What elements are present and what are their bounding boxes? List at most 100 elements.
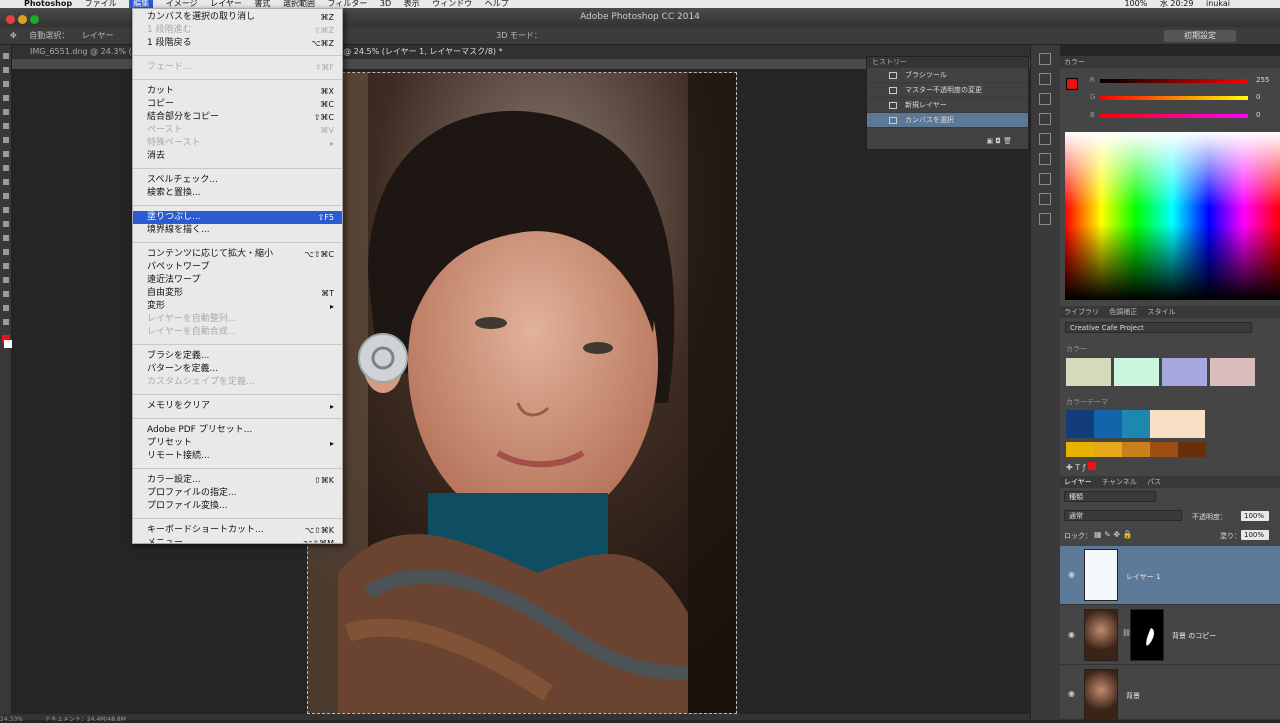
actions-panel-icon[interactable] [1039, 73, 1051, 85]
channel-r-value[interactable]: 255 [1256, 76, 1269, 84]
menu-type[interactable]: 書式 [254, 0, 270, 8]
edit-menu-item[interactable]: 遠近法ワープ [133, 274, 342, 287]
quick-select-tool-icon[interactable] [3, 95, 9, 101]
edit-menu-item[interactable]: 自由変形 ⌘T [133, 287, 342, 300]
edit-menu-item[interactable]: カスタムシェイプを定義... [133, 376, 342, 389]
edit-menu-item[interactable]: リモート接続... [133, 450, 342, 463]
hand-tool-icon[interactable] [3, 305, 9, 311]
healing-tool-icon[interactable] [3, 137, 9, 143]
edit-menu-item[interactable]: 変形 ▸ [133, 300, 342, 313]
info-panel-icon[interactable] [1039, 193, 1051, 205]
add-foreground-color-icon[interactable] [1088, 462, 1097, 470]
layer-row-background-copy[interactable]: ◉ ⛓ 背景 のコピー [1060, 605, 1280, 665]
menu-view[interactable]: 表示 [404, 0, 420, 8]
edit-menu-item[interactable]: 特殊ペースト ▸ [133, 137, 342, 150]
tab-adjustments[interactable]: 色調補正 [1109, 308, 1137, 316]
edit-menu-item[interactable]: ブラシを定義... [133, 350, 342, 363]
lasso-tool-icon[interactable] [3, 81, 9, 87]
edit-menu-item[interactable]: カラー設定... ⇧⌘K [133, 474, 342, 487]
brush-panel-icon[interactable] [1039, 93, 1051, 105]
edit-menu-item[interactable]: レイヤーを自動整列... [133, 313, 342, 326]
history-item[interactable]: マスター不透明度の変更 [867, 83, 1028, 98]
menu-layer[interactable]: レイヤー [210, 0, 242, 8]
trash-icon[interactable]: 🗑 [1003, 137, 1012, 145]
edit-menu-item[interactable]: メモリをクリア ▸ [133, 400, 342, 413]
theme-color-swatch[interactable] [1094, 410, 1122, 438]
snapshot-icon[interactable]: ◘ [995, 137, 1001, 145]
library-color-swatch[interactable] [1210, 358, 1255, 386]
menu-edit[interactable]: 編集 [129, 0, 154, 8]
pen-tool-icon[interactable] [3, 249, 9, 255]
type-tool-icon[interactable] [3, 263, 9, 269]
library-color-swatch[interactable] [1066, 358, 1111, 386]
blue-slider[interactable] [1100, 114, 1248, 118]
layer-filter-dropdown[interactable]: 種類 [1064, 491, 1156, 502]
theme-color-swatch[interactable] [1066, 410, 1094, 438]
theme-color-swatch[interactable] [1150, 410, 1205, 438]
clone-source-icon[interactable] [1039, 113, 1051, 125]
tab-libraries[interactable]: ライブラリ [1064, 308, 1099, 316]
path-select-tool-icon[interactable] [3, 277, 9, 283]
foreground-color-chip[interactable] [1066, 78, 1078, 90]
crop-tool-icon[interactable] [3, 109, 9, 115]
edit-menu-item[interactable]: 消去 [133, 150, 342, 163]
edit-menu-item[interactable]: プリセット ▸ [133, 437, 342, 450]
tab-paths[interactable]: パス [1147, 478, 1161, 486]
move-tool-icon[interactable] [3, 53, 9, 59]
edit-menu-item[interactable]: コンテンツに応じて拡大・縮小 ⌥⇧⌘C [133, 248, 342, 261]
opacity-input[interactable]: 100% [1241, 511, 1269, 521]
library-color-swatch[interactable] [1114, 358, 1159, 386]
edit-menu-item[interactable]: 1 段階戻る ⌥⌘Z [133, 37, 342, 50]
edit-menu-item[interactable]: メニュー... ⌥⇧⌘M [133, 537, 342, 543]
channel-g-value[interactable]: 0 [1256, 93, 1260, 101]
theme-color-swatch[interactable] [1094, 442, 1122, 457]
eye-icon[interactable]: ◉ [1068, 689, 1075, 698]
edit-menu-item[interactable]: Adobe PDF プリセット... [133, 424, 342, 437]
add-layer-style-icon[interactable]: ƒ [1083, 463, 1086, 472]
stamp-tool-icon[interactable] [3, 165, 9, 171]
layer-name[interactable]: 背景 [1126, 691, 1140, 701]
eye-icon[interactable]: ◉ [1068, 570, 1075, 579]
edit-menu-item[interactable]: カンバスを選択の取り消し ⌘Z [133, 11, 342, 24]
layer-row-layer1[interactable]: ◉ レイヤー 1 [1060, 546, 1280, 605]
character-panel-icon[interactable] [1039, 153, 1051, 165]
edit-menu-item[interactable]: ペースト ⌘V [133, 124, 342, 137]
layer-name[interactable]: レイヤー 1 [1126, 572, 1160, 582]
zoom-tool-icon[interactable] [3, 319, 9, 325]
menu-file[interactable]: ファイル [85, 0, 117, 8]
edit-menu-item[interactable]: パペットワープ [133, 261, 342, 274]
menu-filter[interactable]: フィルター [328, 0, 368, 8]
edit-menu-item[interactable]: プロファイルの指定... [133, 487, 342, 500]
theme-color-swatch[interactable] [1122, 410, 1150, 438]
edit-menu-item[interactable]: パターンを定義... [133, 363, 342, 376]
properties-panel-icon[interactable] [1039, 213, 1051, 225]
portrait-photo[interactable] [307, 72, 737, 714]
theme-color-swatch[interactable] [1066, 442, 1094, 457]
theme-color-swatch[interactable] [1178, 442, 1206, 457]
edit-menu-item[interactable]: カット ⌘X [133, 85, 342, 98]
menu-app-name[interactable]: Photoshop [24, 0, 72, 8]
library-color-swatch[interactable] [1162, 358, 1207, 386]
new-document-icon[interactable]: ▣ [986, 137, 993, 145]
background-color-swatch[interactable] [4, 340, 12, 348]
marquee-tool-icon[interactable] [3, 67, 9, 73]
fill-input[interactable]: 100% [1241, 530, 1269, 540]
edit-menu-item[interactable]: 境界線を描く... [133, 224, 342, 237]
workspace-preset-button[interactable]: 初期設定 [1164, 30, 1236, 42]
menu-image[interactable]: イメージ [166, 0, 198, 8]
channel-b-value[interactable]: 0 [1256, 111, 1260, 119]
edit-menu-item[interactable]: レイヤーを自動合成... [133, 326, 342, 339]
lock-icons[interactable]: ▦ ✎ ✥ 🔒 [1094, 530, 1133, 539]
layer-row-background[interactable]: ◉ 背景 [1060, 665, 1280, 721]
edit-menu-item[interactable]: 1 段階進む ⇧⌘Z [133, 24, 342, 37]
move-tool-icon[interactable]: ✥ [10, 31, 17, 40]
layer-name[interactable]: 背景 のコピー [1172, 631, 1216, 641]
theme-color-swatch[interactable] [1150, 442, 1178, 457]
menu-window[interactable]: ウィンドウ [432, 0, 472, 8]
edit-menu-item[interactable]: スペルチェック... [133, 174, 342, 187]
tab-styles[interactable]: スタイル [1147, 308, 1175, 316]
add-character-style-icon[interactable]: T [1075, 463, 1080, 472]
menu-3d[interactable]: 3D [380, 0, 391, 8]
red-slider[interactable] [1100, 79, 1248, 83]
auto-select-checkbox[interactable]: 自動選択： [29, 31, 69, 40]
